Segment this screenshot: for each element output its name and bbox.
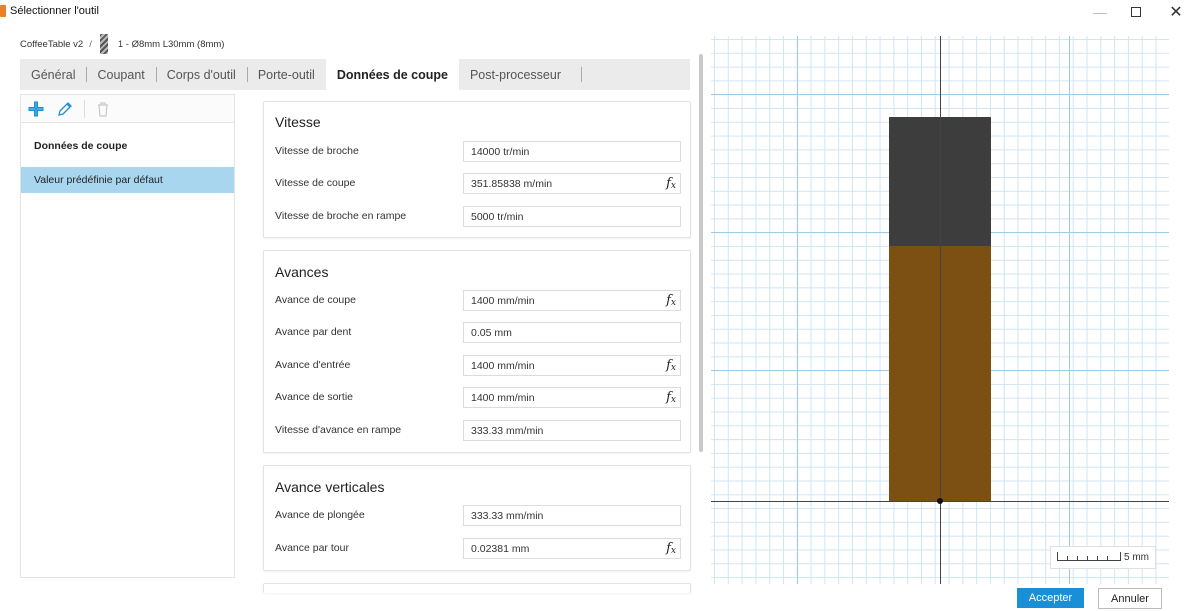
field-label: Avance de sortie: [275, 391, 354, 403]
app-icon: [0, 5, 6, 17]
cancel-button[interactable]: Annuler: [1098, 588, 1162, 609]
title-bar: Sélectionner l'outil — ✕: [0, 0, 1200, 24]
section-avances: Avances Avance de coupe 1400 mm/min fx A…: [263, 250, 691, 453]
maximize-button[interactable]: [1116, 0, 1156, 24]
field-label: Vitesse de coupe: [275, 177, 356, 189]
formula-icon[interactable]: fx: [666, 176, 676, 191]
field-value: 1400 mm/min: [471, 360, 535, 372]
window-title: Sélectionner l'outil: [10, 5, 99, 17]
row-avance-entree: Avance d'entrée 1400 mm/min fx: [264, 355, 692, 377]
field-value: 0.02381 mm: [471, 543, 530, 555]
scale-ruler: [1057, 552, 1121, 561]
formula-icon[interactable]: fx: [666, 293, 676, 308]
tab-corps-outil[interactable]: Corps d'outil: [155, 59, 247, 90]
field-value: 14000 tr/min: [471, 146, 530, 158]
tab-porte-outil[interactable]: Porte-outil: [246, 59, 326, 90]
field-value: 333.33 mm/min: [471, 510, 544, 522]
section-title: Avances: [275, 264, 329, 280]
preset-toolbar: [21, 95, 234, 123]
tab-donnees-de-coupe[interactable]: Données de coupe: [325, 59, 459, 90]
scale-bar: 5 mm: [1050, 546, 1156, 569]
row-avance-sortie: Avance de sortie 1400 mm/min fx: [264, 387, 692, 409]
avance-par-tour-input[interactable]: 0.02381 mm fx: [463, 538, 681, 559]
field-value: 1400 mm/min: [471, 392, 535, 404]
avance-entree-input[interactable]: 1400 mm/min fx: [463, 355, 681, 376]
form-scrollbar[interactable]: [699, 54, 703, 452]
row-vitesse-de-coupe: Vitesse de coupe 351.85838 m/min fx: [264, 173, 692, 195]
field-label: Avance par tour: [275, 542, 349, 554]
list-item-valeur-predefinie[interactable]: Valeur prédéfinie par défaut: [21, 167, 234, 193]
field-value: 0.05 mm: [471, 327, 512, 339]
formula-icon[interactable]: fx: [666, 390, 676, 405]
vitesse-broche-rampe-input[interactable]: 5000 tr/min: [463, 206, 681, 227]
vitesse-de-broche-input[interactable]: 14000 tr/min: [463, 141, 681, 162]
tab-coupant[interactable]: Coupant: [86, 59, 155, 90]
field-value: 351.85838 m/min: [471, 178, 553, 190]
preset-panel: Données de coupe Valeur prédéfinie par d…: [20, 94, 235, 578]
tool-thumbnail-icon: [99, 34, 108, 54]
maximize-icon: [1131, 7, 1141, 17]
tab-post-processeur[interactable]: Post-processeur: [459, 59, 583, 90]
delete-icon[interactable]: [94, 100, 112, 118]
row-vitesse-avance-rampe: Vitesse d'avance en rampe 333.33 mm/min: [264, 420, 692, 442]
section-avance-verticales: Avance verticales Avance de plongée 333.…: [263, 465, 691, 571]
row-avance-par-tour: Avance par tour 0.02381 mm fx: [264, 538, 692, 560]
field-value: 1400 mm/min: [471, 295, 535, 307]
section-title: Vitesse: [275, 114, 321, 130]
field-value: 5000 tr/min: [471, 211, 524, 223]
section-title: Avance verticales: [275, 479, 385, 495]
minimize-button[interactable]: —: [1080, 0, 1120, 24]
tab-general[interactable]: Général: [20, 59, 86, 90]
avance-sortie-input[interactable]: 1400 mm/min fx: [463, 387, 681, 408]
row-avance-de-coupe: Avance de coupe 1400 mm/min fx: [264, 290, 692, 312]
field-label: Avance de coupe: [275, 294, 356, 306]
breadcrumb-tool: 1 - Ø8mm L30mm (8mm): [117, 38, 225, 50]
origin-point: [937, 498, 943, 504]
field-label: Avance par dent: [275, 326, 352, 338]
vitesse-de-coupe-input[interactable]: 351.85838 m/min fx: [463, 173, 681, 194]
accept-button[interactable]: Accepter: [1017, 588, 1084, 608]
scale-label: 5 mm: [1124, 552, 1149, 563]
edit-icon[interactable]: [56, 100, 74, 118]
formula-icon[interactable]: fx: [666, 358, 676, 373]
row-vitesse-broche-rampe: Vitesse de broche en rampe 5000 tr/min: [264, 206, 692, 228]
field-label: Vitesse d'avance en rampe: [275, 424, 402, 436]
avance-de-coupe-input[interactable]: 1400 mm/min fx: [463, 290, 681, 311]
toolbar-divider: [84, 100, 85, 118]
tab-bar: Général Coupant Corps d'outil Porte-outi…: [20, 59, 690, 90]
field-label: Vitesse de broche en rampe: [275, 210, 407, 222]
row-avance-par-dent: Avance par dent 0.05 mm: [264, 322, 692, 344]
add-icon[interactable]: [27, 100, 45, 118]
avance-par-dent-input[interactable]: 0.05 mm: [463, 322, 681, 343]
breadcrumb-separator: /: [89, 38, 92, 50]
close-button[interactable]: ✕: [1156, 0, 1196, 24]
list-item-donnees-de-coupe[interactable]: Données de coupe: [21, 133, 234, 159]
row-vitesse-de-broche: Vitesse de broche 14000 tr/min: [264, 141, 692, 163]
section-vitesse: Vitesse Vitesse de broche 14000 tr/min V…: [263, 101, 691, 238]
field-value: 333.33 mm/min: [471, 425, 544, 437]
section-next-partial: [263, 583, 691, 593]
tool-selection-dialog: Sélectionner l'outil — ✕ CoffeeTable v2 …: [0, 0, 1200, 611]
formula-icon[interactable]: fx: [666, 541, 676, 556]
breadcrumb: CoffeeTable v2 / 1 - Ø8mm L30mm (8mm): [20, 34, 224, 54]
breadcrumb-document[interactable]: CoffeeTable v2: [20, 39, 83, 50]
avance-de-plongee-input[interactable]: 333.33 mm/min: [463, 505, 681, 526]
vitesse-avance-rampe-input[interactable]: 333.33 mm/min: [463, 420, 681, 441]
field-label: Avance de plongée: [275, 509, 365, 521]
tool-preview-canvas[interactable]: [711, 36, 1169, 584]
field-label: Vitesse de broche: [275, 145, 359, 157]
row-avance-de-plongee: Avance de plongée 333.33 mm/min: [264, 505, 692, 527]
field-label: Avance d'entrée: [275, 359, 351, 371]
